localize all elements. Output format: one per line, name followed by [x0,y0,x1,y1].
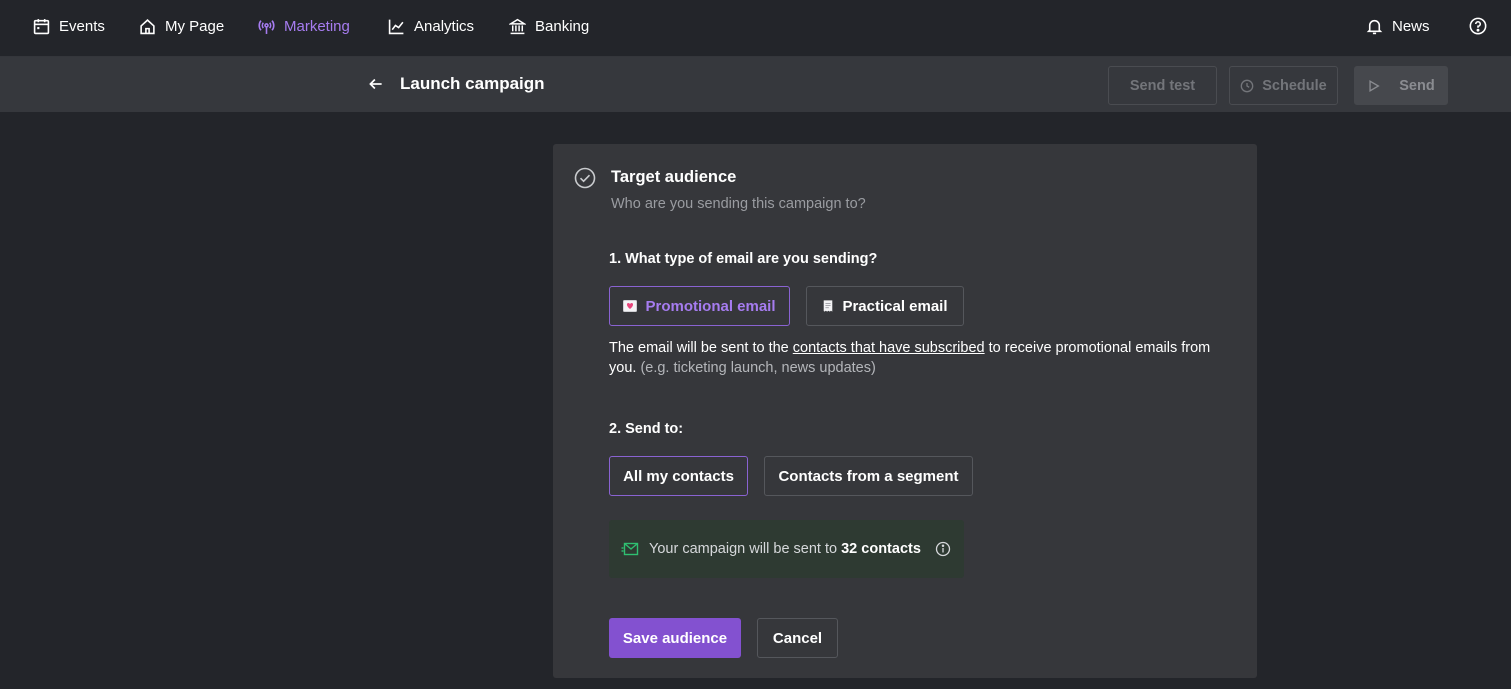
save-audience-button[interactable]: Save audience [609,618,741,658]
broadcast-icon [258,19,275,34]
cancel-button[interactable]: Cancel [757,618,838,658]
news-button[interactable]: News [1366,0,1430,52]
arrow-left-icon[interactable] [367,75,385,93]
all-contacts-option[interactable]: All my contacts [609,456,748,496]
segment-contacts-label: Contacts from a segment [778,467,959,485]
mail-send-icon [621,542,639,556]
description-text: The email will be sent to the [609,340,793,356]
receipt-icon [824,300,833,312]
info-icon[interactable] [935,541,951,557]
recipient-count-text: Your campaign will be sent to 32 contact… [649,541,921,557]
nav-label: Events [59,17,105,35]
all-contacts-label: All my contacts [623,467,734,485]
check-circle-icon [574,167,596,189]
chart-line-icon [388,19,404,34]
calendar-icon [33,18,50,34]
segment-contacts-option[interactable]: Contacts from a segment [764,456,973,496]
email-type-description: The email will be sent to the contacts t… [609,338,1239,378]
nav-label: Analytics [414,17,475,35]
description-example: (e.g. ticketing launch, news updates) [636,360,876,376]
nav-label: My Page [165,17,225,35]
bell-icon [1366,19,1383,34]
nav-item-my-page[interactable]: My Page [139,0,224,52]
nav-item-banking[interactable]: Banking [509,0,589,52]
subscribed-contacts-link[interactable]: contacts that have subscribed [793,340,985,356]
news-label: News [1392,17,1430,35]
practical-email-option[interactable]: Practical email [806,286,964,326]
play-icon [1369,79,1380,92]
email-type-question: 1. What type of email are you sending? [609,251,878,267]
campaign-header: Launch campaign Send test Schedule Send [0,57,1511,112]
practical-email-label: Practical email [842,297,948,315]
target-audience-card: Target audience Who are you sending this… [553,144,1257,678]
send-label: Send [1399,77,1435,94]
send-button[interactable]: Send [1354,66,1448,105]
promotional-email-label: Promotional email [645,297,776,315]
top-navigation: Events My Page Marketing Analytics Banki… [0,0,1511,57]
card-title: Target audience [611,168,737,186]
recipient-count: 32 contacts [841,541,921,557]
home-icon [140,18,155,34]
send-test-button[interactable]: Send test [1108,66,1217,105]
nav-label: Marketing [284,17,350,35]
help-circle-icon[interactable] [1469,17,1487,35]
bank-icon [509,18,526,34]
nav-item-marketing[interactable]: Marketing [258,0,350,52]
promotional-email-option[interactable]: Promotional email [609,286,790,326]
recipient-count-banner: Your campaign will be sent to 32 contact… [609,520,964,578]
recipient-prefix: Your campaign will be sent to [649,541,842,557]
nav-item-analytics[interactable]: Analytics [388,0,474,52]
send-test-label: Send test [1129,77,1196,94]
send-to-question: 2. Send to: [609,421,684,437]
page-title: Launch campaign [400,74,545,93]
schedule-label: Schedule [1262,77,1327,94]
card-subtitle: Who are you sending this campaign to? [611,196,866,212]
nav-item-events[interactable]: Events [33,0,105,52]
nav-label: Banking [535,17,590,35]
clock-icon [1240,79,1254,92]
love-letter-icon [623,300,638,312]
schedule-button[interactable]: Schedule [1229,66,1338,105]
